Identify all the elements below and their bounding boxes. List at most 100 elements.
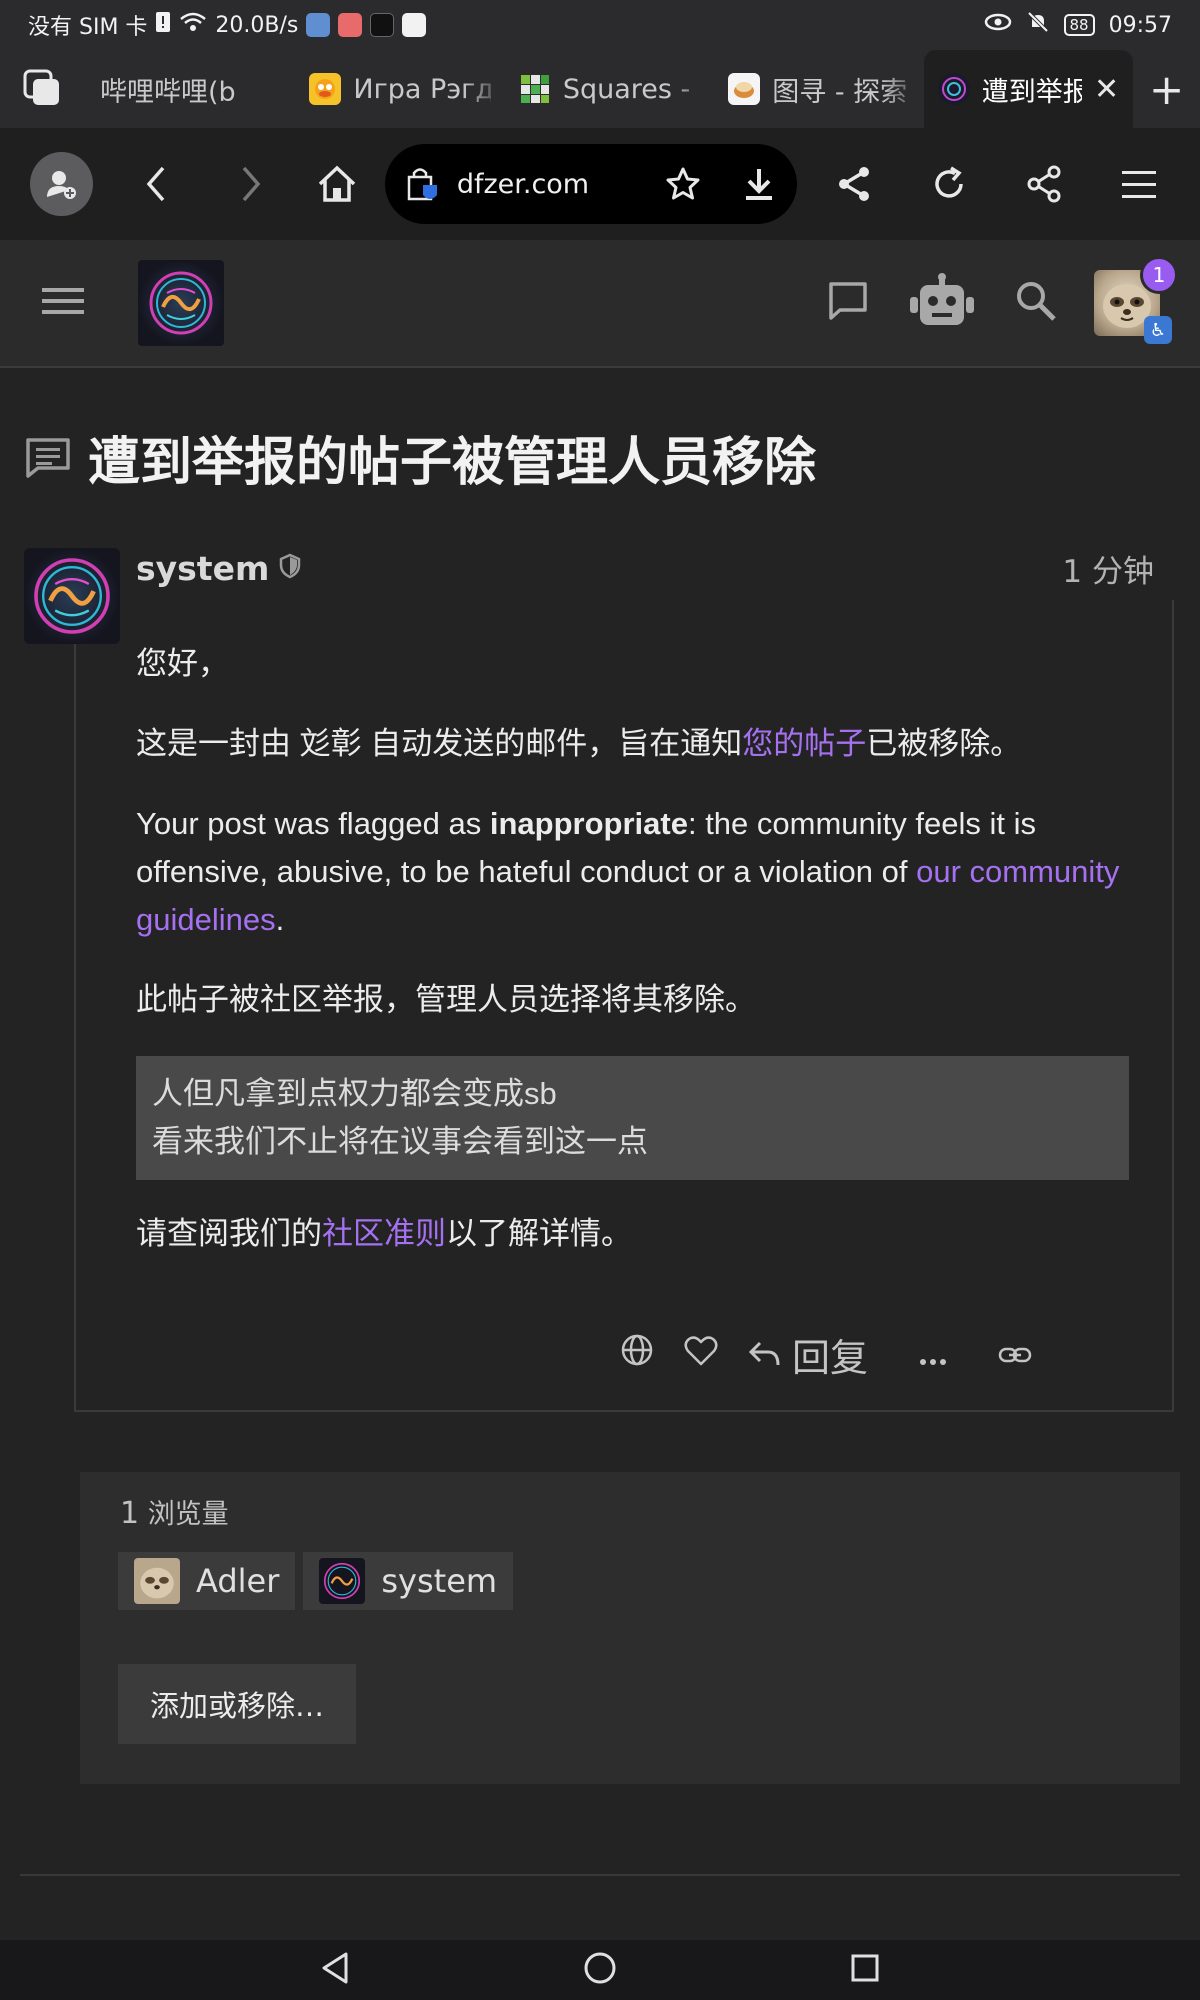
chat-icon — [829, 282, 867, 320]
translate-button[interactable] — [620, 1332, 654, 1376]
participant-chip[interactable]: system — [303, 1552, 514, 1610]
reply-label: 回复 — [792, 1335, 869, 1380]
user-menu-button[interactable]: 1 ♿ — [1094, 256, 1178, 344]
views-count: 1 — [120, 1496, 140, 1531]
home-button[interactable] — [306, 152, 369, 216]
nav-recents-button[interactable] — [848, 1951, 882, 1989]
tab-switcher-button[interactable] — [0, 50, 86, 128]
hamburger-menu-icon — [42, 288, 84, 314]
battery-indicator: 88 — [1063, 14, 1095, 36]
game-favicon-icon — [309, 73, 342, 105]
tab-title: 图寻 - 探索 — [772, 76, 908, 108]
copy-link-button[interactable] — [998, 1332, 1032, 1376]
shield-icon — [279, 553, 301, 583]
site-logo[interactable] — [138, 260, 224, 346]
site-logo-icon — [149, 271, 213, 335]
search-button[interactable] — [1014, 279, 1058, 327]
site-security-icon — [407, 168, 437, 201]
participant-name: Adler — [196, 1562, 280, 1600]
your-post-link[interactable]: 您的帖子 — [742, 726, 866, 761]
divider — [20, 1874, 1180, 1876]
topic-map: 1 浏览量 Adler system 添加或移除… — [80, 1472, 1180, 1784]
speed-text: 20.0B/s — [215, 12, 299, 38]
private-message-icon — [26, 437, 70, 478]
reply-arrow-icon — [748, 1341, 780, 1366]
download-icon[interactable] — [741, 166, 777, 202]
url-text: dfzer.com — [456, 168, 590, 200]
browser-menu-button[interactable] — [1107, 152, 1170, 216]
app-notification-icon — [370, 13, 395, 37]
community-rules-link[interactable]: 社区准则 — [322, 1216, 446, 1251]
topic-title[interactable]: 遭到举报的帖子被管理人员移除 — [88, 420, 816, 495]
tab-squares[interactable]: Squares - [ — [505, 50, 714, 128]
app-notification-icon — [338, 13, 363, 37]
sidebar-toggle-button[interactable] — [40, 281, 86, 325]
app-notification-icon — [402, 13, 427, 37]
url-bar[interactable]: dfzer.com — [384, 144, 798, 224]
close-tab-icon[interactable]: ✕ — [1094, 72, 1119, 107]
tab-strip: 哔哩哔哩(b Игра Рэгд Squares - [ 图寻 - 探索 遭到举… — [0, 50, 1200, 128]
tab-ragdoll-game[interactable]: Игра Рэгд — [295, 50, 504, 128]
post-flag-explanation: Your post was flagged as inappropriate: … — [136, 806, 1120, 937]
post-author-name[interactable]: system — [136, 549, 269, 588]
back-button[interactable] — [125, 152, 188, 216]
participant-avatar — [134, 1558, 180, 1604]
post-paragraph: 这是一封由 彣彰 自动发送的邮件，旨在通知您的帖子已被移除。 — [136, 726, 1022, 761]
post-guidelines-note: 请查阅我们的社区准则以了解详情。 — [136, 1216, 632, 1251]
add-remove-participants-button[interactable]: 添加或移除… — [118, 1664, 356, 1744]
app-notification-icon — [306, 13, 331, 37]
tab-title: Squares - [ — [562, 73, 701, 105]
chat-button[interactable] — [826, 279, 870, 327]
link-icon — [998, 1347, 1032, 1363]
ellipsis-icon — [920, 1359, 947, 1365]
globe-icon — [621, 1334, 653, 1366]
bookmark-star-icon[interactable] — [665, 166, 701, 202]
tab-bilibili[interactable]: 哔哩哔哩(b — [86, 50, 295, 128]
share-outline-icon — [1027, 165, 1061, 203]
post-actions: 回复 — [620, 1322, 1120, 1386]
triangle-back-icon — [322, 1952, 348, 1984]
home-icon — [319, 165, 356, 202]
nav-back-button[interactable] — [318, 1950, 352, 1990]
ai-bot-button[interactable] — [906, 273, 978, 333]
wifi-icon — [179, 11, 207, 39]
share-button[interactable] — [823, 152, 886, 216]
square-recents-icon — [851, 1954, 879, 1982]
share-icon — [839, 167, 870, 201]
tab-title: 哔哩哔哩(b — [99, 76, 236, 108]
share-outline-button[interactable] — [1013, 152, 1076, 216]
chevron-left-icon — [146, 166, 165, 202]
quote-line: 看来我们不止将在议事会看到这一点 — [152, 1124, 648, 1159]
site-favicon-icon — [937, 73, 970, 105]
reply-button[interactable]: 回复 — [748, 1327, 868, 1382]
like-button[interactable] — [684, 1332, 718, 1376]
topic-header: 遭到举报的帖子被管理人员移除 — [24, 420, 816, 495]
notification-badge[interactable]: 1 — [1140, 256, 1178, 294]
profile-button[interactable] — [30, 152, 93, 216]
participant-name: system — [381, 1562, 498, 1600]
tab-switcher-icon — [23, 69, 59, 105]
forward-button[interactable] — [219, 152, 282, 216]
site-header: 1 ♿ — [0, 240, 1200, 368]
carrier-text: 没有 SIM 卡 — [28, 15, 148, 40]
tab-title: 遭到举报 — [981, 76, 1082, 108]
reload-button[interactable] — [918, 152, 981, 216]
search-icon — [1017, 282, 1056, 321]
squares-favicon-icon — [518, 73, 551, 105]
participant-chip[interactable]: Adler — [118, 1552, 296, 1610]
views-label: 浏览量 — [147, 1499, 229, 1530]
participants-list: Adler system — [118, 1552, 514, 1610]
clock: 09:57 — [1108, 12, 1172, 38]
tab-tuxun[interactable]: 图寻 - 探索 — [714, 50, 923, 128]
new-tab-button[interactable]: + — [1133, 50, 1200, 128]
tuxun-favicon-icon — [728, 73, 761, 105]
eye-icon — [984, 12, 1012, 38]
heart-icon — [684, 1336, 718, 1366]
more-actions-button[interactable] — [918, 1332, 948, 1376]
tab-current-topic[interactable]: 遭到举报 ✕ — [923, 50, 1134, 128]
post-author-avatar[interactable] — [24, 548, 120, 644]
nav-home-button[interactable] — [582, 1950, 618, 1990]
status-bar: 没有 SIM 卡 20.0B/s 88 09:57 — [0, 0, 1200, 50]
participant-avatar — [319, 1558, 366, 1604]
post-timestamp[interactable]: 1 分钟 — [1062, 546, 1154, 591]
